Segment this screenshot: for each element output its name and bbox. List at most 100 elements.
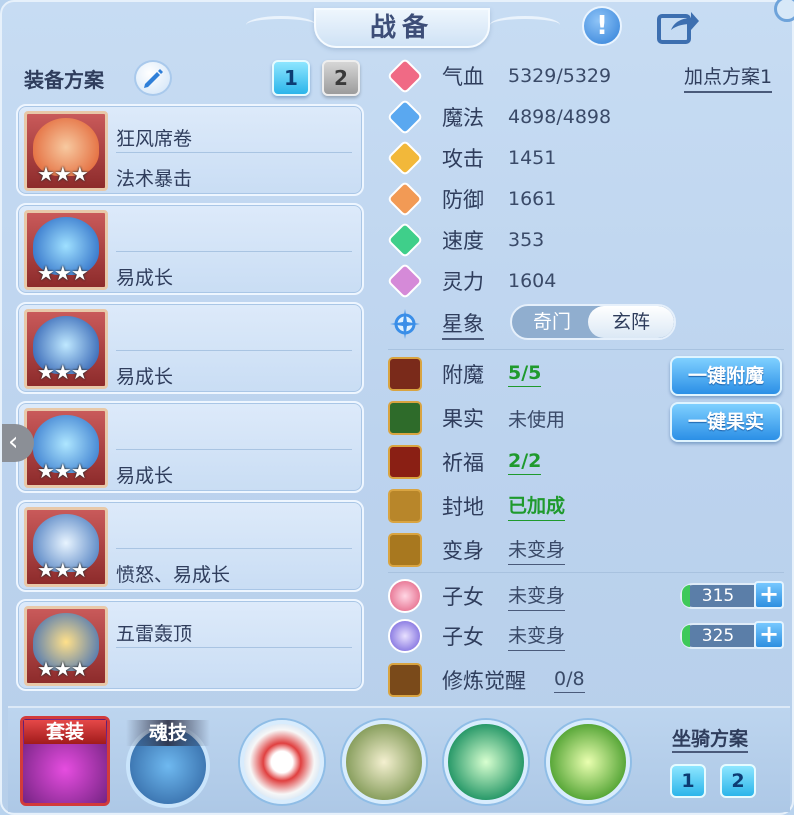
stat-value: 1451	[508, 147, 557, 169]
stat-label: 速度	[442, 229, 484, 253]
feature-label: 变身	[442, 539, 484, 563]
divider	[116, 548, 352, 549]
enchant-icon	[388, 357, 422, 391]
tab-xuanzhen[interactable]: 玄阵	[588, 306, 674, 338]
child-value: 未变身	[508, 581, 566, 611]
equip-effect: 易成长	[116, 267, 174, 289]
tab-qimen[interactable]: 奇门	[512, 306, 592, 338]
equip-card-1[interactable]: ★★★ 狂风席卷 法术暴击	[16, 104, 364, 196]
feature-row-blessing: 祈福 2/2	[388, 442, 542, 482]
feature-value: 2/2	[508, 450, 542, 475]
section-divider	[388, 572, 784, 573]
soul-skill-label: 魂技	[126, 720, 210, 746]
star-rating: ★★★	[37, 360, 89, 384]
share-icon[interactable]	[657, 6, 701, 46]
divider	[116, 449, 352, 450]
stat-value: 1604	[508, 270, 557, 292]
equipment-list: ★★★ 狂风席卷 法术暴击 ★★★ 易成长 ★★★ 易成长 ★★★ 易成长 ★★…	[16, 104, 364, 698]
equip-plan-1-button[interactable]: 1	[272, 60, 310, 96]
add-child-2-button[interactable]: +	[754, 621, 784, 649]
title-ornament-left	[246, 16, 316, 34]
skill-wind-icon[interactable]	[444, 720, 528, 804]
stat-row-spirit: 灵力 1604	[386, 261, 557, 301]
divider	[116, 647, 352, 648]
stat-label: 攻击	[442, 147, 484, 171]
mount-plan-2-button[interactable]: 2	[720, 764, 756, 798]
xingxiang-label[interactable]: 星象	[442, 308, 484, 340]
share-glyph	[657, 12, 699, 44]
meditation-icon	[388, 663, 422, 697]
feature-label: 祈福	[442, 451, 484, 475]
feature-label: 附魔	[442, 363, 484, 387]
spirit-icon	[386, 262, 424, 300]
battle-prep-panel: 战备 ! 装备方案 1 2 ★★★ 狂风席卷 法术暴击 ★★★ 易成长 ★★★	[0, 0, 794, 815]
skill-shuriken-icon[interactable]	[240, 720, 324, 804]
title-plate: 战备	[314, 8, 490, 48]
magic-icon	[386, 98, 424, 136]
stat-label: 气血	[442, 65, 484, 89]
star-rating: ★★★	[37, 162, 89, 186]
child-bar: 325	[680, 623, 756, 649]
equip-card-2[interactable]: ★★★ 易成长	[16, 203, 364, 295]
feature-value: 5/5	[508, 362, 542, 387]
section-divider	[388, 349, 784, 350]
add-child-1-button[interactable]: +	[754, 581, 784, 609]
star-rating: ★★★	[37, 657, 89, 681]
feature-row-enchant: 附魔 5/5	[388, 354, 542, 394]
fief-gate-icon	[388, 489, 422, 523]
transform-icon	[388, 533, 422, 567]
equip-effect: 法术暴击	[116, 168, 193, 190]
point-plan-link[interactable]: 加点方案1	[684, 62, 773, 93]
heart-icon	[386, 57, 424, 95]
awaken-row: 修炼觉醒 0/8	[388, 660, 585, 700]
equip-effect: 愤怒、易成长	[116, 564, 231, 586]
child-avatar-icon	[388, 579, 422, 613]
stat-row-attack: 攻击 1451	[386, 138, 557, 178]
star-rating: ★★★	[37, 459, 89, 483]
divider	[116, 251, 352, 252]
skill-tower-icon[interactable]	[546, 720, 630, 804]
attack-icon	[386, 139, 424, 177]
blessing-icon	[388, 445, 422, 479]
equip-thumb: ★★★	[24, 210, 108, 290]
stat-value: 1661	[508, 188, 557, 210]
title-ornament-right	[490, 16, 560, 34]
feature-value: 未使用	[508, 408, 566, 431]
divider	[116, 152, 352, 153]
child-label: 子女	[442, 585, 484, 609]
set-label: 套装	[24, 720, 106, 744]
mount-plan-1-button[interactable]: 1	[670, 764, 706, 798]
one-click-enchant-button[interactable]: 一键附魔	[670, 356, 782, 396]
equip-effect: 易成长	[116, 465, 174, 487]
equip-thumb: ★★★	[24, 507, 108, 587]
equip-thumb: ★★★	[24, 111, 108, 191]
speed-icon	[386, 221, 424, 259]
equip-thumb: ★★★	[24, 408, 108, 488]
awaken-label: 修炼觉醒	[442, 669, 526, 693]
skill-sword-icon[interactable]	[342, 720, 426, 804]
awaken-value[interactable]: 0/8	[554, 668, 585, 693]
child-value: 未变身	[508, 621, 566, 651]
stat-label: 魔法	[442, 106, 484, 130]
equip-thumb: ★★★	[24, 309, 108, 389]
feature-row-transform: 变身 未变身	[388, 530, 566, 570]
equip-card-3[interactable]: ★★★ 易成长	[16, 302, 364, 394]
equip-card-5[interactable]: ★★★ 愤怒、易成长	[16, 500, 364, 592]
xingxiang-row: 星象	[388, 304, 484, 344]
equip-thumb: ★★★	[24, 606, 108, 686]
fruit-icon	[388, 401, 422, 435]
equip-card-4[interactable]: ★★★ 易成长	[16, 401, 364, 493]
help-icon[interactable]: !	[582, 6, 622, 46]
one-click-fruit-button[interactable]: 一键果实	[670, 402, 782, 442]
page-title: 战备	[369, 13, 434, 43]
equip-card-6[interactable]: ★★★ 五雷轰顶	[16, 599, 364, 691]
close-corner-icon[interactable]	[774, 0, 794, 22]
edit-plan-button[interactable]	[134, 60, 172, 96]
feature-row-fruit: 果实 未使用	[388, 398, 565, 438]
stat-label: 灵力	[442, 270, 484, 294]
stat-value: 5329/5329	[508, 65, 612, 87]
pencil-icon	[144, 69, 163, 88]
equip-name: 狂风席卷	[116, 128, 193, 150]
equip-plan-2-button[interactable]: 2	[322, 60, 360, 96]
feature-value: 已加成	[508, 491, 566, 521]
